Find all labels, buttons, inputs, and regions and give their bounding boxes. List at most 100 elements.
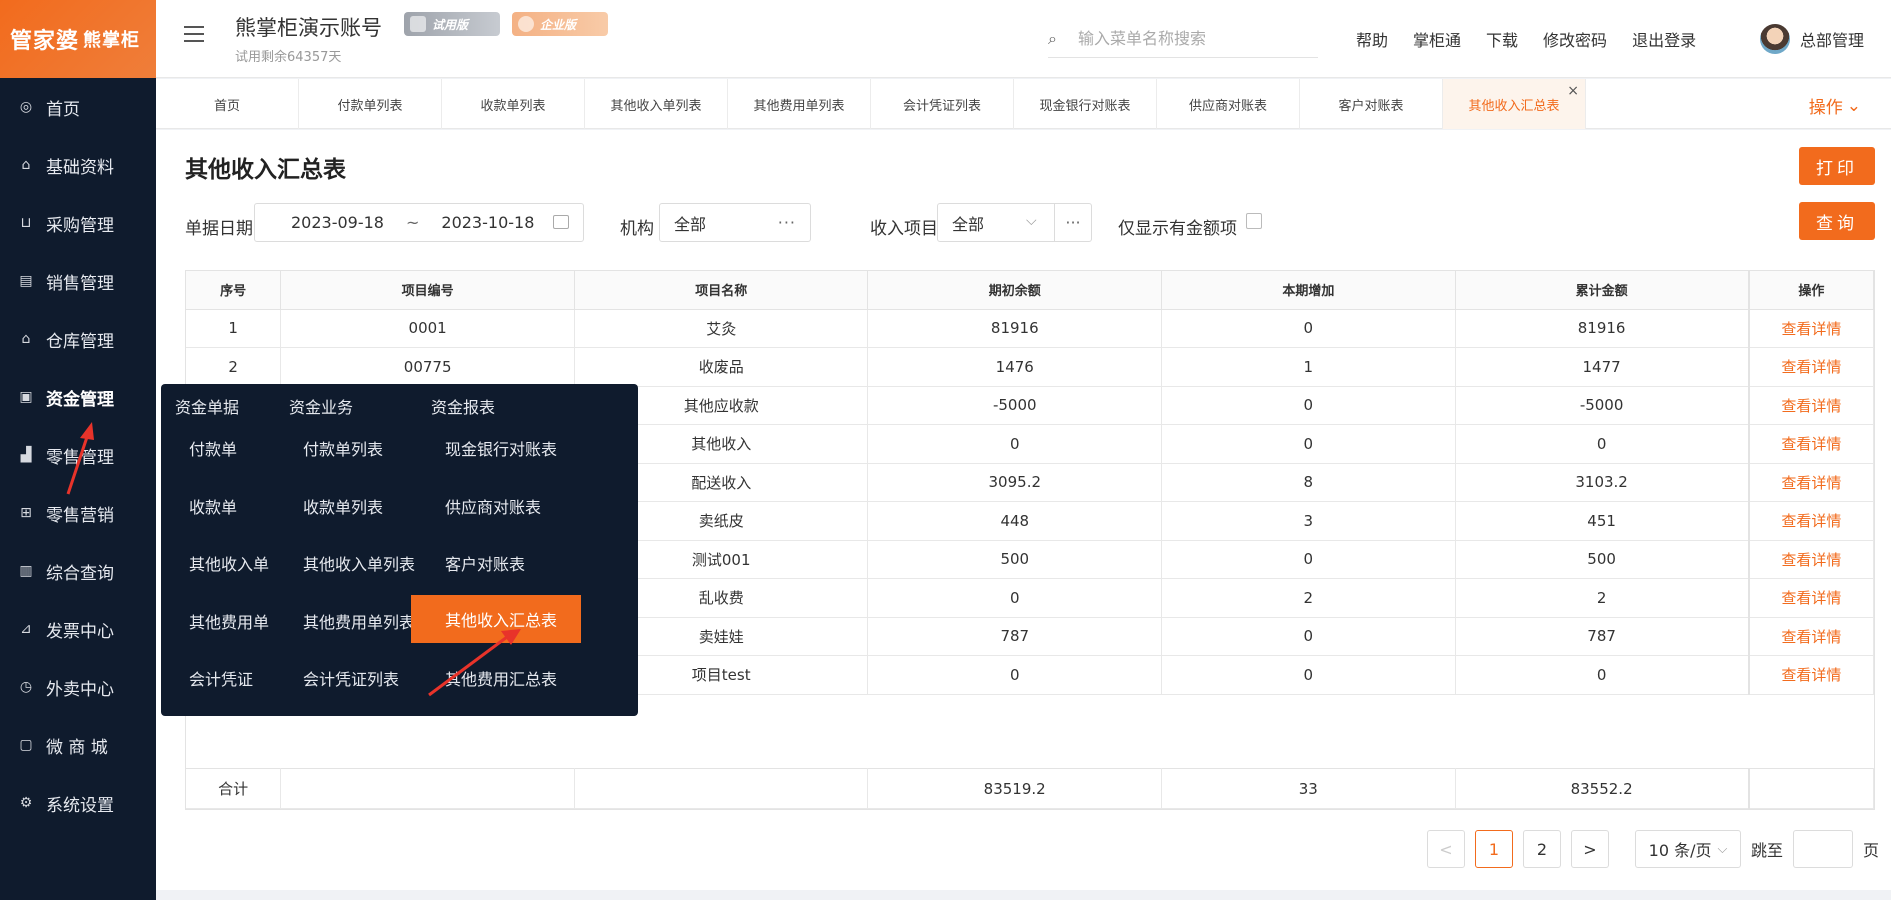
mega-menu-item-col3-2[interactable]: 客户对账表 bbox=[445, 551, 525, 575]
view-detail-link[interactable]: 查看详情 bbox=[1747, 501, 1874, 541]
view-detail-link[interactable]: 查看详情 bbox=[1747, 386, 1874, 425]
mega-menu-item-col2-0[interactable]: 付款单列表 bbox=[303, 436, 383, 460]
chevron-down-icon[interactable]: ⌄ bbox=[1847, 96, 1861, 116]
date-to[interactable]: 2023-10-18 bbox=[441, 213, 534, 232]
mega-menu-item-col1-4[interactable]: 会计凭证 bbox=[189, 666, 253, 690]
total-opening: 83519.2 bbox=[867, 768, 1162, 809]
mega-menu-item-col2-4[interactable]: 会计凭证列表 bbox=[303, 666, 399, 690]
tab-3[interactable]: 其他收入单列表 bbox=[585, 79, 728, 129]
sidebar-item-5[interactable]: ▣ 资金管理 bbox=[0, 368, 156, 426]
more-icon[interactable]: ··· bbox=[1054, 203, 1091, 242]
mega-menu-item-col1-0[interactable]: 付款单 bbox=[189, 436, 237, 460]
sidebar-item-8[interactable]: ▥ 综合查询 bbox=[0, 542, 156, 600]
sidebar-item-3[interactable]: ▤ 销售管理 bbox=[0, 252, 156, 310]
operations-label[interactable]: 操作 bbox=[1809, 93, 1843, 118]
view-detail-link[interactable]: 查看详情 bbox=[1747, 309, 1874, 348]
jump-page-input[interactable] bbox=[1793, 830, 1854, 868]
search-icon[interactable]: ⌕ bbox=[1048, 29, 1078, 49]
sidebar-item-0[interactable]: ◎ 首页 bbox=[0, 78, 156, 136]
tab-label[interactable]: 收款单列表 bbox=[480, 95, 545, 114]
tab-9[interactable]: 其他收入汇总表 × bbox=[1443, 79, 1586, 129]
table-cell: 81916 bbox=[1455, 309, 1750, 348]
tab-4[interactable]: 其他费用单列表 bbox=[728, 79, 871, 129]
tab-label[interactable]: 其他收入汇总表 bbox=[1468, 95, 1559, 114]
view-detail-link[interactable]: 查看详情 bbox=[1747, 347, 1874, 387]
header-link-3[interactable]: 修改密码 bbox=[1543, 27, 1607, 51]
page-size-select[interactable]: 10 条/页 ⌵ bbox=[1635, 830, 1741, 868]
menu-toggle-icon[interactable] bbox=[184, 26, 204, 44]
sidebar-item-12[interactable]: ⚙ 系统设置 bbox=[0, 774, 156, 832]
tab-1[interactable]: 付款单列表 bbox=[299, 79, 442, 129]
sidebar-item-9[interactable]: ⊿ 发票中心 bbox=[0, 600, 156, 658]
header-link-0[interactable]: 帮助 bbox=[1356, 27, 1388, 51]
mega-menu-item-col3-1[interactable]: 供应商对账表 bbox=[445, 494, 541, 518]
funds-mega-menu: 资金单据 资金业务 资金报表 付款单 收款单 其他收入单 其他费用单 会计凭证 付款单列表 收款单… bbox=[161, 384, 638, 716]
more-icon[interactable]: ··· bbox=[778, 213, 796, 232]
tab-label[interactable]: 首页 bbox=[214, 95, 240, 114]
sidebar-item-10[interactable]: ◷ 外卖中心 bbox=[0, 658, 156, 716]
tab-label[interactable]: 会计凭证列表 bbox=[903, 95, 981, 114]
page-1-button[interactable]: 1 bbox=[1475, 830, 1513, 868]
avatar[interactable] bbox=[1760, 24, 1790, 54]
date-from[interactable]: 2023-09-18 bbox=[291, 213, 384, 232]
chevron-down-icon[interactable]: ⌵ bbox=[1717, 842, 1727, 857]
sidebar-item-4[interactable]: ⌂ 仓库管理 bbox=[0, 310, 156, 368]
income-item-select[interactable]: 全部 ⌵ ··· bbox=[937, 203, 1092, 242]
user-menu[interactable]: 总部管理 bbox=[1760, 24, 1864, 54]
table-cell: 0 bbox=[1161, 386, 1456, 425]
mega-menu-item-col2-1[interactable]: 收款单列表 bbox=[303, 494, 383, 518]
mega-menu-item-col2-2[interactable]: 其他收入单列表 bbox=[303, 551, 415, 575]
sidebar-item-1[interactable]: ⌂ 基础资料 bbox=[0, 136, 156, 194]
mega-menu-item-col1-2[interactable]: 其他收入单 bbox=[189, 551, 269, 575]
view-detail-link[interactable]: 查看详情 bbox=[1747, 463, 1874, 502]
menu-search-input[interactable] bbox=[1078, 29, 1298, 48]
tab-label[interactable]: 付款单列表 bbox=[337, 95, 402, 114]
trial-badge-label: 试用版 bbox=[432, 17, 469, 32]
chevron-down-icon[interactable]: ⌵ bbox=[1026, 213, 1037, 229]
tab-label[interactable]: 其他收入单列表 bbox=[610, 95, 701, 114]
tab-2[interactable]: 收款单列表 bbox=[442, 79, 585, 129]
tab-5[interactable]: 会计凭证列表 bbox=[871, 79, 1014, 129]
tab-6[interactable]: 现金银行对账表 bbox=[1014, 79, 1157, 129]
org-select[interactable]: 全部 ··· bbox=[659, 203, 811, 242]
table-cell: 3095.2 bbox=[867, 463, 1163, 502]
tab-label[interactable]: 客户对账表 bbox=[1338, 95, 1403, 114]
tab-0[interactable]: 首页 bbox=[156, 79, 299, 129]
tab-label[interactable]: 其他费用单列表 bbox=[753, 95, 844, 114]
header-link-1[interactable]: 掌柜通 bbox=[1413, 27, 1461, 51]
view-detail-link[interactable]: 查看详情 bbox=[1747, 540, 1874, 579]
tab-8[interactable]: 客户对账表 bbox=[1300, 79, 1443, 129]
user-name[interactable]: 总部管理 bbox=[1800, 27, 1864, 51]
mega-menu-item-col2-3[interactable]: 其他费用单列表 bbox=[303, 609, 415, 633]
page-size-value[interactable]: 10 条/页 bbox=[1649, 837, 1712, 861]
date-range-picker[interactable]: 2023-09-18 ~ 2023-10-18 bbox=[254, 203, 584, 242]
only-amount-checkbox[interactable] bbox=[1246, 213, 1262, 229]
next-page-button[interactable]: > bbox=[1571, 830, 1609, 868]
view-detail-link[interactable]: 查看详情 bbox=[1747, 424, 1874, 464]
tab-label[interactable]: 供应商对账表 bbox=[1189, 95, 1267, 114]
close-icon[interactable]: × bbox=[1567, 83, 1579, 99]
sidebar-item-2[interactable]: ⊔ 采购管理 bbox=[0, 194, 156, 252]
header-link-4[interactable]: 退出登录 bbox=[1632, 27, 1696, 51]
mega-menu-item-col3-0[interactable]: 现金银行对账表 bbox=[445, 436, 557, 460]
tab-7[interactable]: 供应商对账表 bbox=[1157, 79, 1300, 129]
sidebar-item-11[interactable]: ▢ 微 商 城 bbox=[0, 716, 156, 774]
tab-label[interactable]: 现金银行对账表 bbox=[1039, 95, 1130, 114]
tab-operations-menu[interactable]: 操作 ⌄ bbox=[1809, 93, 1861, 119]
view-detail-link[interactable]: 查看详情 bbox=[1747, 578, 1874, 618]
table-cell: 0 bbox=[867, 655, 1163, 695]
page-2-button[interactable]: 2 bbox=[1523, 830, 1561, 868]
mega-menu-item-col1-3[interactable]: 其他费用单 bbox=[189, 609, 269, 633]
header-link-2[interactable]: 下载 bbox=[1486, 27, 1518, 51]
income-item-value[interactable]: 全部 bbox=[952, 211, 984, 235]
query-button[interactable]: 查询 bbox=[1799, 202, 1875, 240]
sidebar-item-label: 系统设置 bbox=[46, 795, 114, 816]
view-detail-link[interactable]: 查看详情 bbox=[1747, 617, 1874, 656]
print-button[interactable]: 打印 bbox=[1799, 147, 1875, 185]
prev-page-button[interactable]: < bbox=[1427, 830, 1465, 868]
calendar-icon: ▤ bbox=[19, 273, 33, 289]
calendar-icon[interactable] bbox=[553, 215, 569, 229]
mega-menu-item-col1-1[interactable]: 收款单 bbox=[189, 494, 237, 518]
view-detail-link[interactable]: 查看详情 bbox=[1747, 655, 1874, 695]
org-value[interactable]: 全部 bbox=[674, 211, 706, 235]
